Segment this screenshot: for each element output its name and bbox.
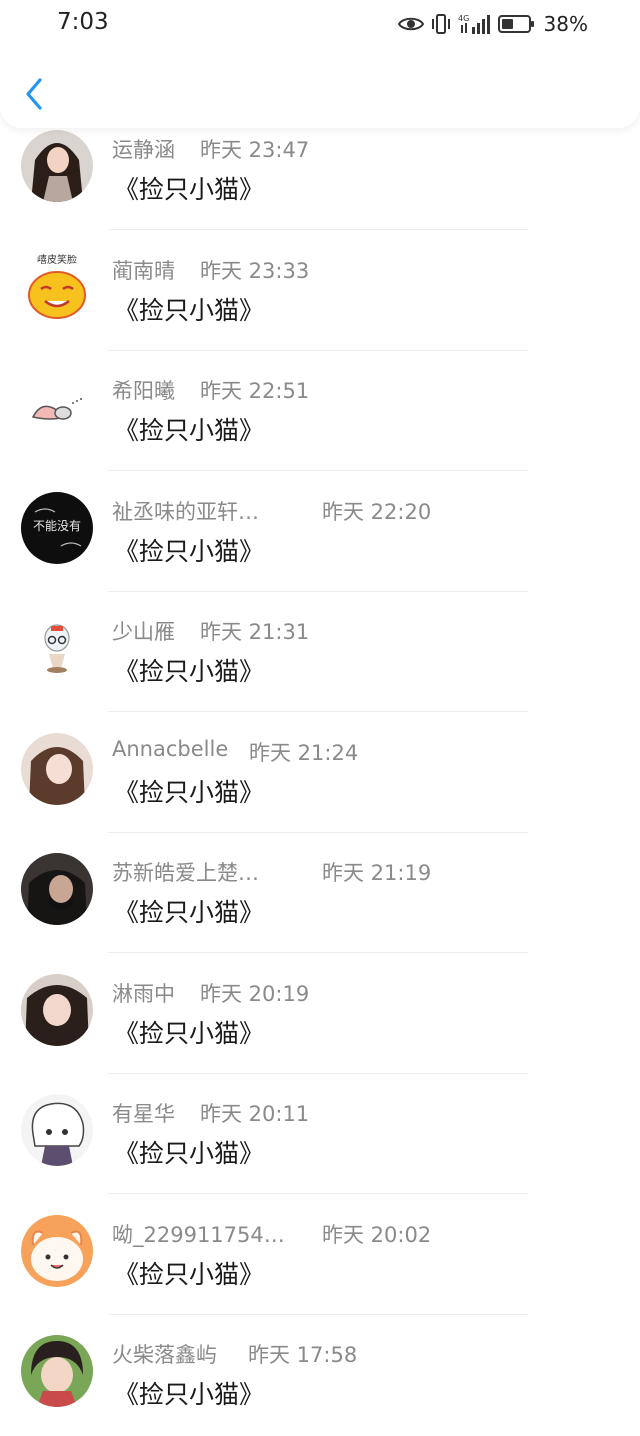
- username[interactable]: 呦_229911754…: [112, 1219, 285, 1249]
- avatar[interactable]: [21, 612, 93, 684]
- list-item[interactable]: 希阳曦 昨天 22:51 《捡只小猫》: [0, 351, 640, 472]
- avatar[interactable]: [21, 1094, 93, 1166]
- timestamp: 昨天 21:31: [200, 620, 310, 644]
- status-icons: 4G 38%: [397, 10, 588, 38]
- list-item[interactable]: 嘻皮笑脸 蔺南晴 昨天 23:33 《捡只小猫》: [0, 231, 640, 352]
- username[interactable]: 希阳曦: [112, 375, 175, 405]
- comment-text: 《捡只小猫》: [114, 1380, 265, 1409]
- username[interactable]: 淋雨中: [112, 978, 175, 1008]
- avatar[interactable]: [21, 371, 93, 443]
- comment-text: 《捡只小猫》: [114, 175, 265, 204]
- comment-meta: 有星华 昨天 20:11: [112, 1098, 309, 1128]
- comment-text: 《捡只小猫》: [114, 416, 265, 445]
- comment-text: 《捡只小猫》: [114, 1139, 265, 1168]
- svg-text:嘻皮笑脸: 嘻皮笑脸: [37, 253, 77, 266]
- comment-text: 《捡只小猫》: [114, 898, 265, 927]
- timestamp: 昨天 20:11: [200, 1102, 310, 1126]
- list-item[interactable]: 不能没有 祉丞味的亚轩… 昨天 22:20 《捡只小猫》: [0, 472, 640, 593]
- username[interactable]: Annacbelle: [112, 737, 228, 761]
- username[interactable]: 运静涵: [112, 134, 175, 164]
- comment-text: 《捡只小猫》: [114, 657, 265, 686]
- username[interactable]: 少山雁: [112, 616, 175, 646]
- list-item[interactable]: 呦_229911754… 昨天 20:02 《捡只小猫》: [0, 1195, 640, 1316]
- comment-text: 《捡只小猫》: [114, 536, 265, 566]
- username[interactable]: 火柴落鑫屿: [112, 1339, 217, 1369]
- comment-text: 《捡只小猫》: [114, 777, 265, 807]
- comment-meta: 苏新皓爱上楚… 昨天 21:19: [112, 857, 431, 887]
- comment-text: 《捡只小猫》: [114, 1259, 265, 1289]
- battery-icon: [497, 14, 536, 34]
- timestamp: 昨天 23:47: [200, 138, 310, 162]
- avatar[interactable]: [21, 973, 93, 1046]
- username[interactable]: 苏新皓爱上楚…: [112, 857, 259, 887]
- comment-meta: 呦_229911754… 昨天 20:02: [112, 1219, 431, 1249]
- status-bar: 7:03 4G 38%: [0, 0, 640, 50]
- username[interactable]: 有星华: [112, 1098, 175, 1128]
- battery-percentage: 38%: [543, 12, 588, 36]
- list-item[interactable]: 火柴落鑫屿 昨天 17:58 《捡只小猫》: [0, 1315, 640, 1436]
- comment-meta: 淋雨中 昨天 20:19: [112, 978, 309, 1008]
- avatar[interactable]: [21, 130, 93, 202]
- list-item[interactable]: Annacbelle 昨天 21:24 《捡只小猫》: [0, 713, 640, 834]
- timestamp: 昨天 21:24: [249, 740, 359, 765]
- back-button[interactable]: [18, 74, 50, 114]
- comment-meta: 希阳曦 昨天 22:51: [112, 375, 309, 405]
- status-time: 7:03: [57, 9, 109, 35]
- timestamp: 昨天 20:19: [200, 981, 310, 1006]
- svg-text:不能没有: 不能没有: [33, 518, 81, 533]
- eye-icon: [397, 15, 424, 33]
- comment-list: 运静涵 昨天 23:47 《捡只小猫》 嘻皮笑脸 蔺南晴 昨天 23:33 《捡…: [0, 110, 640, 1436]
- timestamp: 昨天 23:33: [200, 258, 310, 283]
- comment-meta: 祉丞味的亚轩… 昨天 22:20: [112, 496, 431, 526]
- comment-meta: 少山雁 昨天 21:31: [112, 616, 309, 646]
- avatar[interactable]: [21, 1214, 93, 1287]
- timestamp: 昨天 22:20: [322, 499, 432, 524]
- timestamp: 昨天 21:19: [322, 861, 432, 885]
- comment-meta: Annacbelle 昨天 21:24: [112, 737, 358, 767]
- timestamp: 昨天 22:51: [200, 379, 310, 403]
- comment-meta: 运静涵 昨天 23:47: [112, 134, 309, 164]
- list-item[interactable]: 少山雁 昨天 21:31 《捡只小猫》: [0, 592, 640, 713]
- comment-text: 《捡只小猫》: [114, 295, 265, 325]
- vibrate-icon: [430, 13, 452, 35]
- comment-text: 《捡只小猫》: [114, 1018, 265, 1048]
- comment-meta: 蔺南晴 昨天 23:33: [112, 255, 309, 285]
- timestamp: 昨天 20:02: [322, 1222, 432, 1247]
- username[interactable]: 蔺南晴: [112, 255, 175, 285]
- list-item[interactable]: 有星华 昨天 20:11 《捡只小猫》: [0, 1074, 640, 1195]
- app-header: [0, 50, 640, 128]
- list-item[interactable]: 运静涵 昨天 23:47 《捡只小猫》: [0, 110, 640, 231]
- avatar[interactable]: [21, 732, 93, 805]
- comment-meta: 火柴落鑫屿 昨天 17:58: [112, 1339, 357, 1369]
- avatar[interactable]: 嘻皮笑脸: [21, 250, 93, 323]
- username[interactable]: 祉丞味的亚轩…: [112, 496, 259, 526]
- list-item[interactable]: 苏新皓爱上楚… 昨天 21:19 《捡只小猫》: [0, 833, 640, 954]
- chevron-left-icon: [18, 78, 50, 118]
- avatar[interactable]: [21, 1335, 93, 1407]
- avatar[interactable]: 不能没有: [21, 491, 93, 564]
- svg-text:4G: 4G: [458, 14, 469, 23]
- avatar[interactable]: [21, 853, 93, 925]
- list-item[interactable]: 淋雨中 昨天 20:19 《捡只小猫》: [0, 954, 640, 1075]
- timestamp: 昨天 17:58: [248, 1343, 358, 1367]
- signal-4g-icon: 4G: [458, 13, 492, 35]
